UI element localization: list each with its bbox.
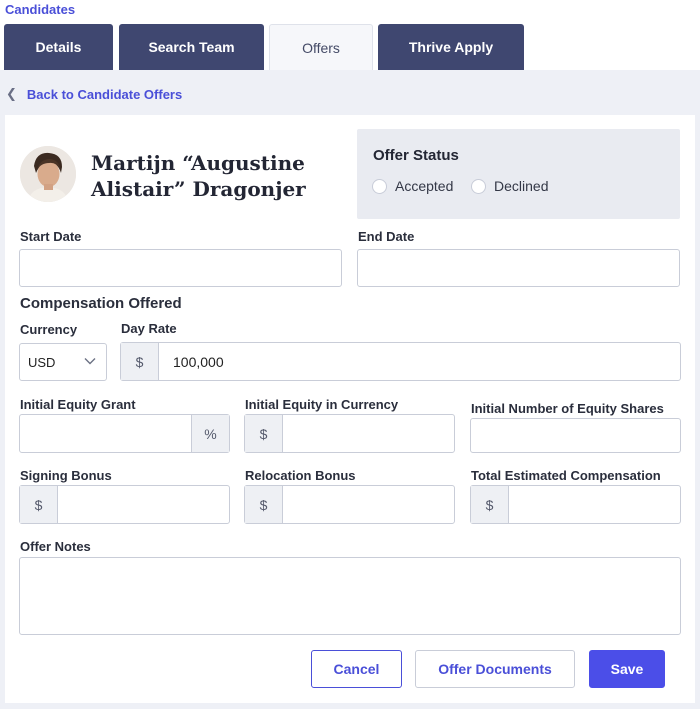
day-rate-label: Day Rate [121,321,177,336]
tab-details[interactable]: Details [4,24,113,70]
equity-grant-label: Initial Equity Grant [20,397,136,412]
relocation-bonus-label: Relocation Bonus [245,468,356,483]
tab-bar: Details Search Team Offers Thrive Apply [0,24,700,70]
relocation-bonus-input[interactable]: $ [244,485,455,524]
dollar-symbol: $ [121,343,159,380]
dollar-symbol: $ [245,486,283,523]
offer-status-title: Offer Status [373,147,459,164]
day-rate-input[interactable]: $ 100,000 [120,342,681,381]
percent-symbol: % [191,415,229,452]
equity-shares-label: Initial Number of Equity Shares [471,401,664,416]
day-rate-value: 100,000 [173,353,224,370]
cancel-button[interactable]: Cancel [311,650,402,688]
start-date-input[interactable] [19,249,342,287]
chevron-down-icon [84,358,96,365]
offer-notes-textarea[interactable] [19,557,681,635]
radio-accepted-label: Accepted [395,178,454,194]
total-compensation-input[interactable]: $ [470,485,681,524]
offer-status-panel [357,129,680,219]
back-link[interactable]: ❮ Back to Candidate Offers [6,86,182,102]
tab-search-team[interactable]: Search Team [119,24,264,70]
candidate-name: Martijn “Augustine Alistair” Dragonjer [91,150,331,202]
back-link-label: Back to Candidate Offers [26,86,183,102]
chevron-left-icon: ❮ [6,86,17,101]
offer-documents-button[interactable]: Offer Documents [415,650,575,688]
start-date-label: Start Date [20,229,82,244]
compensation-section-title: Compensation Offered [20,295,182,312]
candidate-name-line-2: Alistair” Dragonjer [91,177,306,201]
equity-shares-input[interactable] [470,418,681,453]
radio-circle-icon[interactable] [372,178,387,194]
dollar-symbol: $ [471,486,509,523]
signing-bonus-input[interactable]: $ [19,485,230,524]
dollar-symbol: $ [20,486,58,523]
signing-bonus-label: Signing Bonus [20,468,112,483]
total-compensation-label: Total Estimated Compensation [471,468,661,483]
radio-declined-label: Declined [494,178,549,194]
currency-select[interactable]: USD [19,343,107,381]
candidate-name-line-1: Martijn “Augustine [91,151,305,175]
radio-circle-icon[interactable] [471,178,486,194]
save-button[interactable]: Save [589,650,665,688]
equity-currency-input[interactable]: $ [244,414,455,453]
end-date-input[interactable] [357,249,680,287]
radio-accepted[interactable]: Accepted [372,178,453,194]
equity-grant-input[interactable]: % [19,414,230,453]
radio-declined[interactable]: Declined [471,178,548,194]
breadcrumb[interactable]: Candidates [5,2,75,17]
currency-value: USD [28,354,56,370]
dollar-symbol: $ [245,415,283,452]
offer-notes-label: Offer Notes [20,539,91,554]
avatar-image [20,146,76,202]
end-date-label: End Date [358,229,415,244]
tab-offers[interactable]: Offers [269,24,373,70]
equity-currency-label: Initial Equity in Currency [245,397,399,412]
tab-thrive-apply[interactable]: Thrive Apply [378,24,524,70]
currency-label: Currency [20,322,78,337]
avatar [20,146,76,202]
